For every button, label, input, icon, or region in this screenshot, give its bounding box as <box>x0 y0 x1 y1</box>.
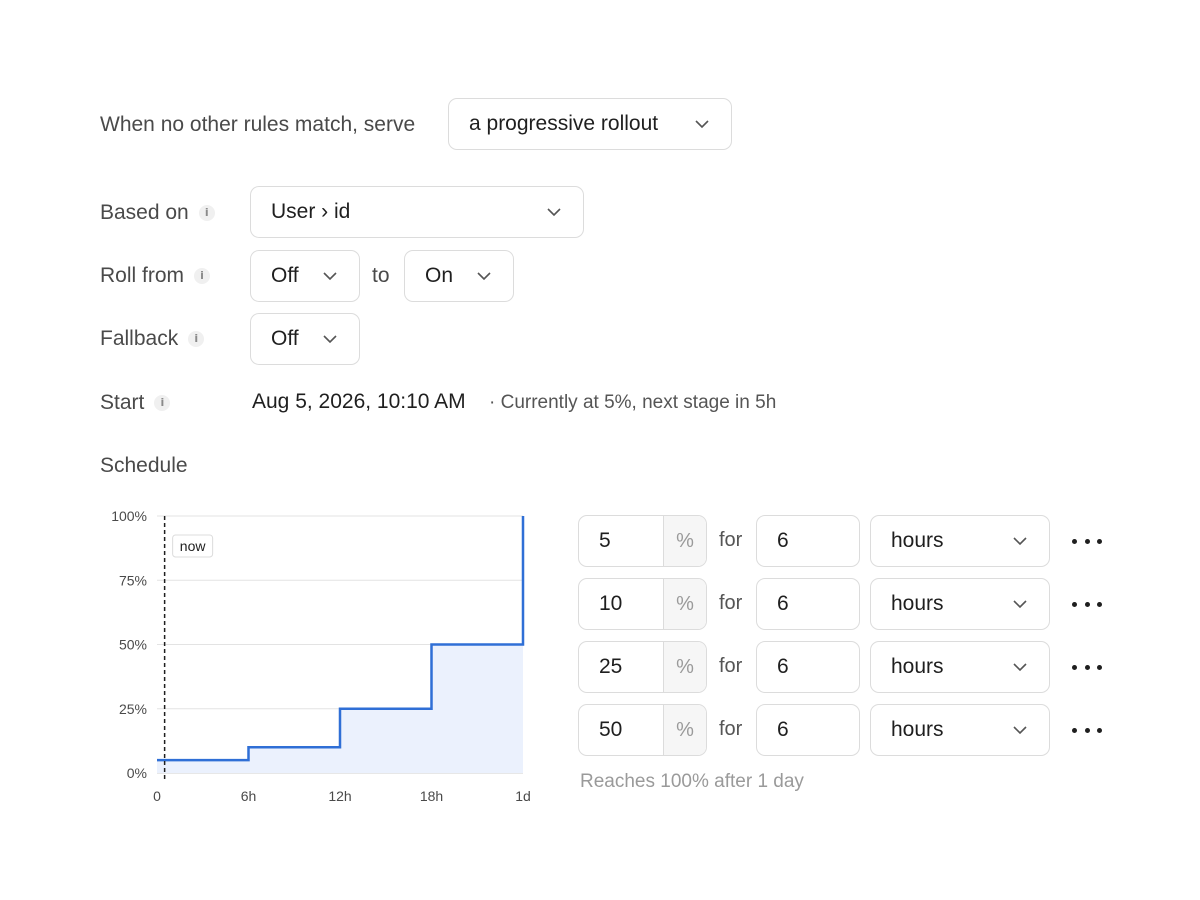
percent-unit: % <box>663 579 706 629</box>
more-horizontal-icon[interactable] <box>1072 594 1102 614</box>
fallback-value: Off <box>271 327 299 350</box>
more-horizontal-icon[interactable] <box>1072 720 1102 740</box>
y-tick-label: 100% <box>111 508 147 524</box>
x-tick-label: 12h <box>328 788 351 804</box>
stage-duration-unit-value: hours <box>891 529 944 552</box>
now-label: now <box>180 538 207 554</box>
chevron-down-icon <box>1011 595 1029 613</box>
chevron-down-icon <box>1011 721 1029 739</box>
fallback-label: Fallback <box>100 327 179 350</box>
default-rule-select[interactable]: a progressive rollout <box>448 98 732 150</box>
start-row-label: Start i <box>100 391 171 415</box>
based-on-value: User › id <box>271 200 351 223</box>
roll-to-select[interactable]: On <box>404 250 514 302</box>
y-tick-label: 75% <box>119 572 147 588</box>
stage-duration-unit-value: hours <box>891 655 944 678</box>
stage-percent-input[interactable]: 5 <box>579 516 663 566</box>
stage-duration-input[interactable]: 6 <box>756 641 860 693</box>
chevron-down-icon <box>321 330 339 348</box>
stage-for-label: for <box>719 592 743 614</box>
fallback-row-label: Fallback i <box>100 327 205 351</box>
roll-from-label: Roll from <box>100 264 185 287</box>
schedule-label: Schedule <box>100 454 188 477</box>
stage-duration-unit-select[interactable]: hours <box>870 578 1050 630</box>
percent-unit: % <box>663 705 706 755</box>
y-tick-label: 0% <box>127 765 147 781</box>
x-tick-label: 18h <box>420 788 443 804</box>
y-tick-label: 25% <box>119 701 147 717</box>
roll-from-select[interactable]: Off <box>250 250 360 302</box>
default-rule-label: When no other rules match, serve <box>100 113 416 136</box>
chevron-down-icon <box>1011 532 1029 550</box>
based-on-row-label: Based on i <box>100 201 215 225</box>
percent-unit: % <box>663 642 706 692</box>
chevron-down-icon <box>475 267 493 285</box>
chevron-down-icon <box>1011 658 1029 676</box>
stage-for-label: for <box>719 529 743 551</box>
info-icon[interactable]: i <box>198 205 215 221</box>
y-tick-label: 50% <box>119 637 147 653</box>
info-icon[interactable]: i <box>194 268 211 284</box>
roll-from-row-label: Roll from i <box>100 264 211 288</box>
stage-for-label: for <box>719 718 743 740</box>
more-horizontal-icon[interactable] <box>1072 657 1102 677</box>
stage-duration-input[interactable]: 6 <box>756 578 860 630</box>
chevron-down-icon <box>321 267 339 285</box>
stage-percent-input[interactable]: 10 <box>579 579 663 629</box>
stage-duration-unit-select[interactable]: hours <box>870 641 1050 693</box>
info-icon[interactable]: i <box>154 395 171 411</box>
stage-percent-field[interactable]: 5 % <box>578 515 707 567</box>
roll-to-label: to <box>372 264 390 287</box>
stage-duration-input[interactable]: 6 <box>756 704 860 756</box>
percent-unit: % <box>663 516 706 566</box>
start-label: Start <box>100 391 145 414</box>
stage-percent-input[interactable]: 50 <box>579 705 663 755</box>
stage-for-label: for <box>719 655 743 677</box>
default-rule-value: a progressive rollout <box>469 112 659 135</box>
roll-from-value: Off <box>271 264 299 287</box>
based-on-select[interactable]: User › id <box>250 186 584 238</box>
stage-duration-input[interactable]: 6 <box>756 515 860 567</box>
roll-to-value: On <box>425 264 454 287</box>
x-tick-label: 0 <box>153 788 161 804</box>
schedule-summary: Reaches 100% after 1 day <box>580 771 804 792</box>
x-tick-label: 1d <box>515 788 531 804</box>
chevron-down-icon <box>693 115 711 133</box>
stage-duration-unit-value: hours <box>891 592 944 615</box>
based-on-label: Based on <box>100 201 189 224</box>
stage-percent-field[interactable]: 50 % <box>578 704 707 756</box>
start-status: · Currently at 5%, next stage in 5h <box>489 392 777 413</box>
x-tick-label: 6h <box>241 788 257 804</box>
info-icon[interactable]: i <box>188 331 205 347</box>
schedule-chart: now 0% 25% 50% 75% 100% 0 6h 12h 18h 1d <box>111 508 531 804</box>
stage-percent-input[interactable]: 25 <box>579 642 663 692</box>
stage-duration-unit-select[interactable]: hours <box>870 515 1050 567</box>
stage-duration-unit-value: hours <box>891 718 944 741</box>
stage-duration-unit-select[interactable]: hours <box>870 704 1050 756</box>
stage-percent-field[interactable]: 10 % <box>578 578 707 630</box>
stage-percent-field[interactable]: 25 % <box>578 641 707 693</box>
more-horizontal-icon[interactable] <box>1072 531 1102 551</box>
start-datetime[interactable]: Aug 5, 2026, 10:10 AM <box>252 390 466 414</box>
fallback-select[interactable]: Off <box>250 313 360 365</box>
chevron-down-icon <box>545 203 563 221</box>
